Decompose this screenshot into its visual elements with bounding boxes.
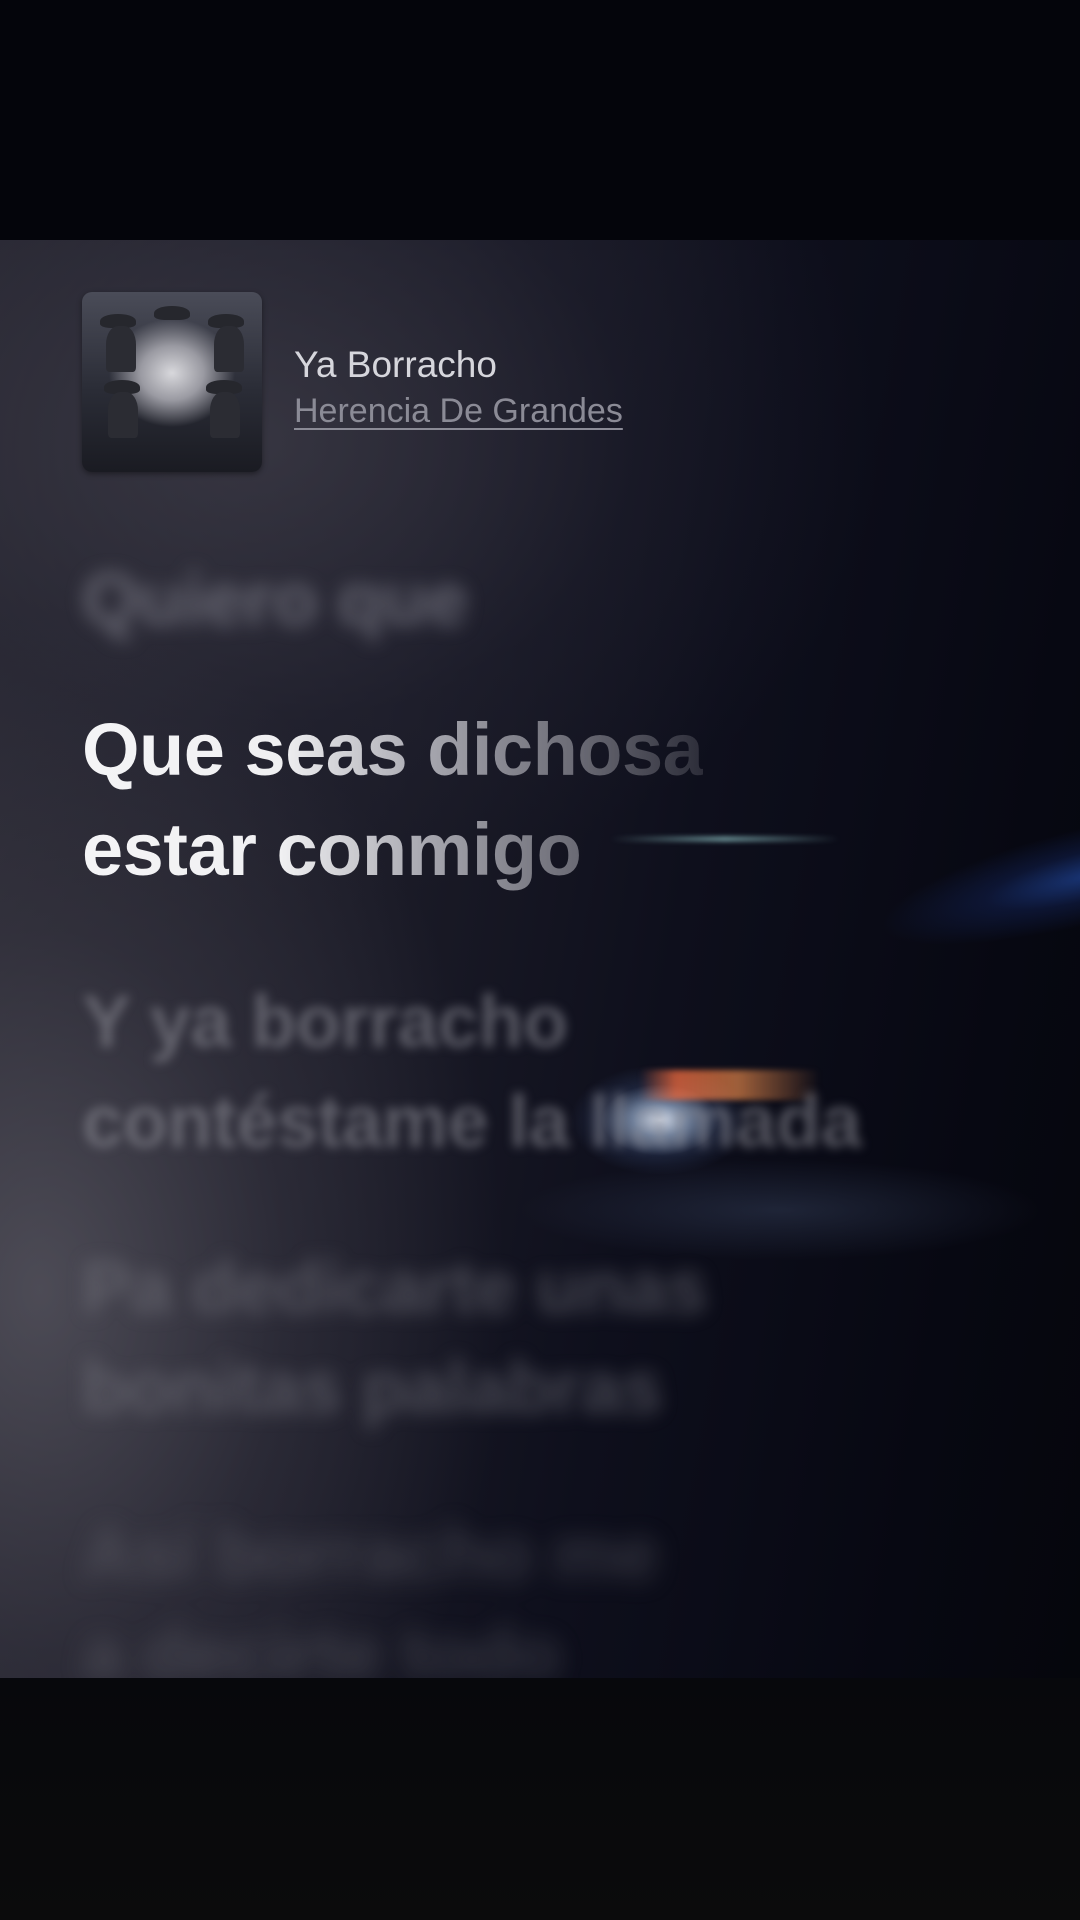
lyric-text: Quiero que	[82, 558, 468, 641]
lyric-text: Y ya borracho	[82, 980, 568, 1063]
now-playing-header[interactable]: Ya Borracho Herencia De Grandes	[82, 292, 782, 472]
album-art-figure	[214, 326, 244, 372]
lyric-line-previous[interactable]: Quiero que	[82, 550, 468, 650]
lyric-text: Pa dedicarte unas	[82, 1246, 707, 1329]
lyrics-screen: Ya Borracho Herencia De Grandes Quiero q…	[0, 0, 1080, 1920]
song-title: Ya Borracho	[294, 344, 497, 385]
album-art[interactable]	[82, 292, 262, 472]
album-art-figure	[106, 326, 136, 372]
album-art-figure	[108, 392, 138, 438]
letterbox-bottom	[0, 1678, 1080, 1920]
lyric-line-next[interactable]: Así borracho me a decirte todo	[82, 1504, 659, 1704]
lyric-text: Así borracho me	[82, 1512, 659, 1595]
lyric-line-next[interactable]: Pa dedicarte unas bonitas palabras	[82, 1238, 707, 1438]
lyric-line-current[interactable]: Que seas dichosa estar conmigo	[82, 700, 704, 900]
lyric-text: bonitas palabras	[82, 1346, 663, 1429]
album-art-hat	[154, 306, 190, 320]
lyric-text: estar conmigo	[82, 800, 703, 900]
album-art-figure	[210, 392, 240, 438]
lyric-text: contéstame la llamada	[82, 1080, 862, 1163]
artist-link[interactable]: Herencia De Grandes	[294, 392, 623, 431]
lyric-line-next[interactable]: Y ya borracho contéstame la llamada	[82, 972, 862, 1172]
letterbox-top	[0, 0, 1080, 240]
lyric-text: Que seas dichosa	[82, 700, 704, 800]
